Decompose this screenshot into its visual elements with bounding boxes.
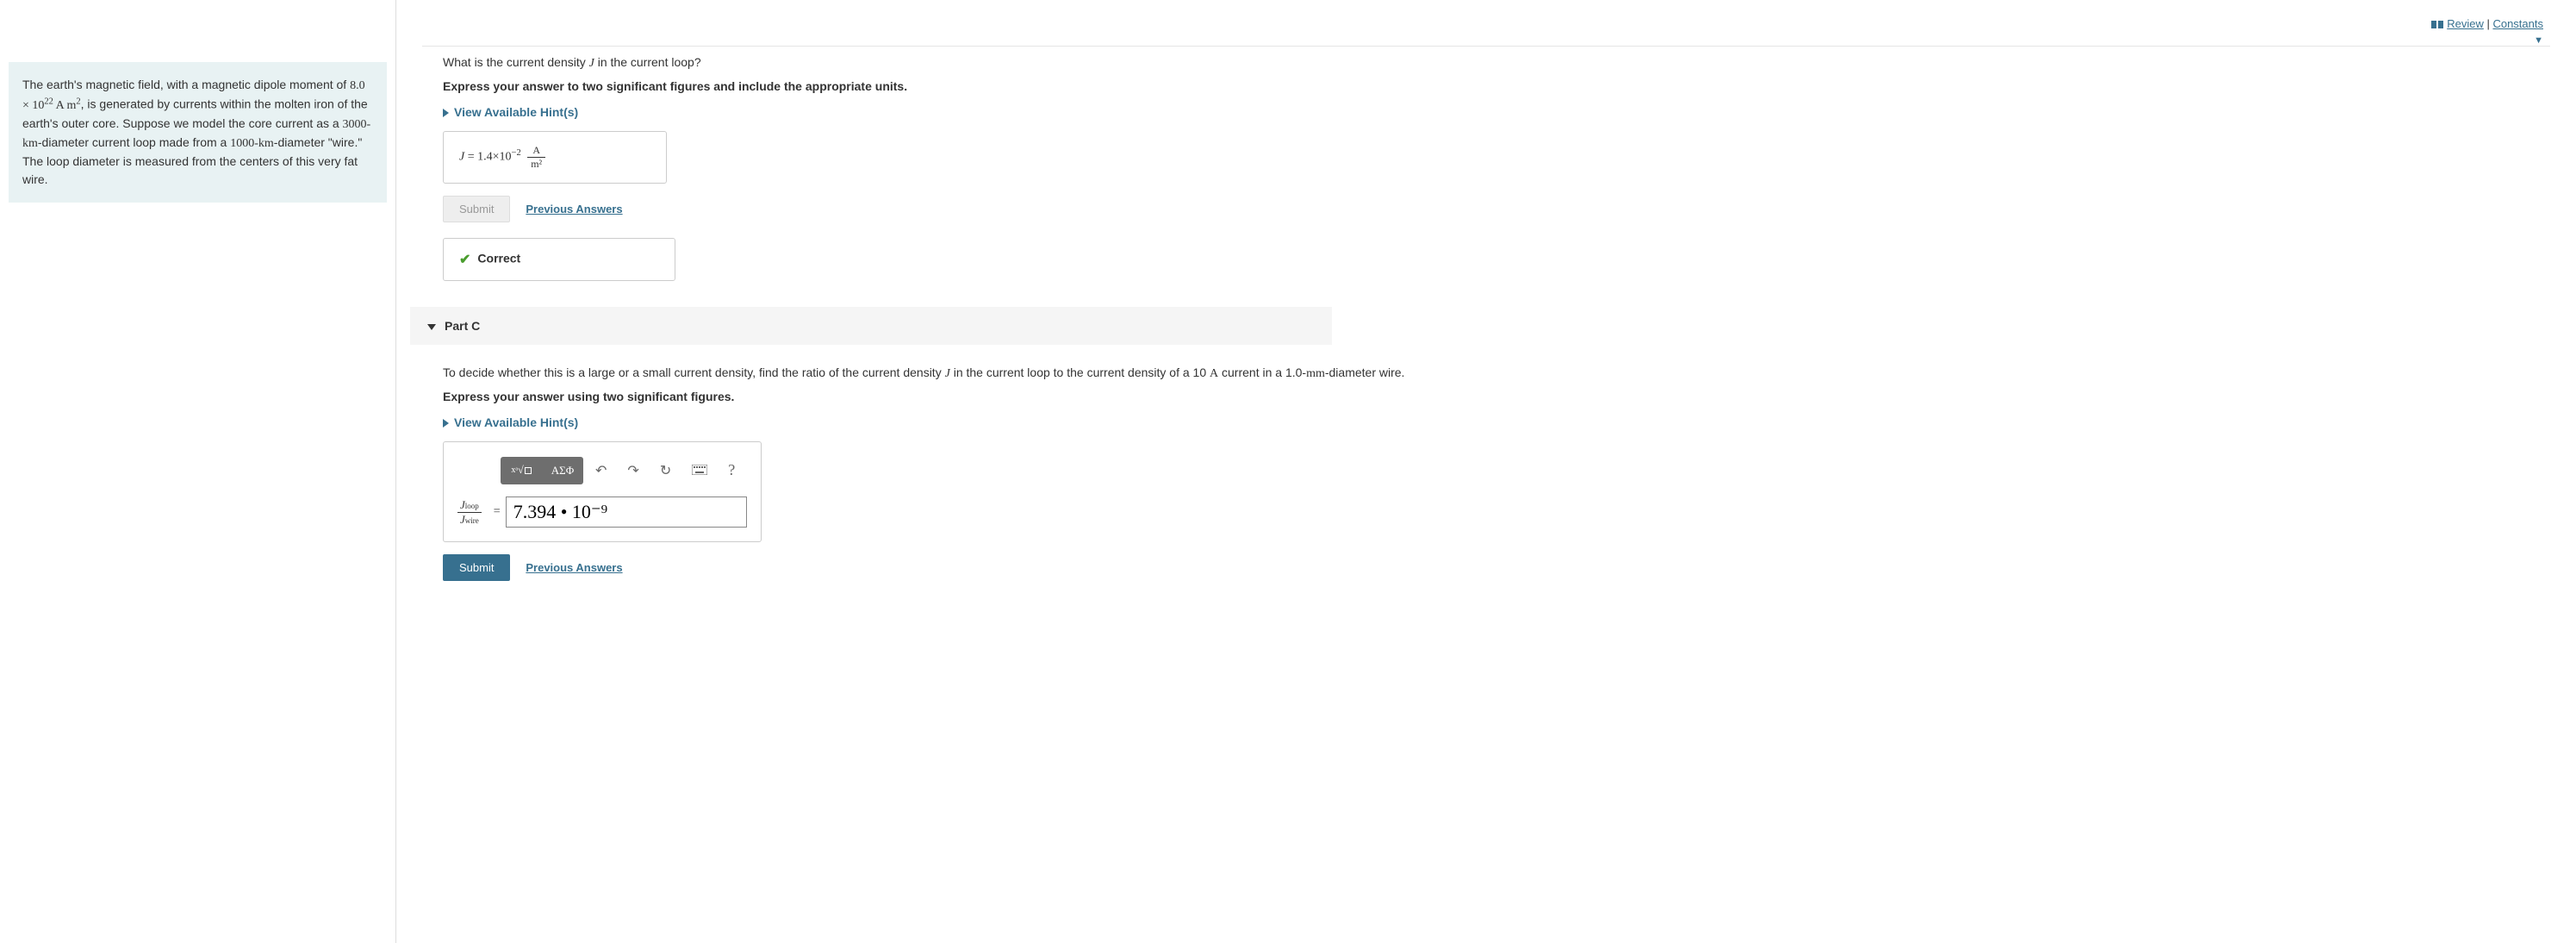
caret-right-icon bbox=[443, 109, 449, 117]
greek-button[interactable]: ΑΣΦ bbox=[542, 457, 583, 484]
ratio-label: Jloop Jwire bbox=[457, 498, 482, 527]
caret-right-icon bbox=[443, 419, 449, 428]
instruction-text: Express your answer using two significan… bbox=[443, 390, 2550, 403]
feedback-box: ✔Correct bbox=[443, 238, 675, 281]
submit-button: Submit bbox=[443, 196, 510, 222]
book-icon bbox=[2431, 21, 2443, 29]
answer-input[interactable] bbox=[506, 496, 747, 528]
wire-diameter: 1000-km bbox=[230, 137, 274, 150]
top-links: Review | Constants bbox=[422, 17, 2550, 30]
previous-answers-link[interactable]: Previous Answers bbox=[526, 203, 622, 215]
part-c-header[interactable]: Part C bbox=[410, 307, 1332, 345]
text: The earth's magnetic field, with a magne… bbox=[22, 78, 350, 91]
problem-sidebar: The earth's magnetic field, with a magne… bbox=[0, 0, 396, 943]
undo-icon[interactable]: ↶ bbox=[587, 457, 615, 484]
caret-down-icon bbox=[427, 324, 436, 330]
part-b-block: What is the current density J in the cur… bbox=[443, 55, 2550, 281]
main-content: Review | Constants ▼ What is the current… bbox=[396, 0, 2576, 943]
templates-button[interactable]: xᵃ√ bbox=[501, 457, 542, 484]
keyboard-icon[interactable] bbox=[683, 459, 716, 483]
redo-icon[interactable]: ↷ bbox=[619, 457, 647, 484]
text: -diameter current loop made from a bbox=[38, 135, 230, 149]
dropdown-caret-icon[interactable]: ▼ bbox=[422, 35, 2550, 46]
help-icon[interactable]: ? bbox=[719, 456, 744, 484]
answer-display: J = 1.4×10−2 A m² bbox=[443, 131, 667, 184]
constants-link[interactable]: Constants bbox=[2492, 17, 2543, 30]
equals-sign: = bbox=[494, 505, 501, 519]
answer-input-card: xᵃ√ ΑΣΦ ↶ ↷ ↻ ? Jloop Jwire bbox=[443, 441, 762, 542]
instruction-text: Express your answer to two significant f… bbox=[443, 79, 2550, 93]
hints-toggle[interactable]: View Available Hint(s) bbox=[443, 105, 578, 119]
part-c-block: To decide whether this is a large or a s… bbox=[443, 365, 2550, 581]
review-link[interactable]: Review bbox=[2447, 17, 2484, 30]
previous-answers-link[interactable]: Previous Answers bbox=[526, 561, 622, 574]
problem-statement: The earth's magnetic field, with a magne… bbox=[9, 62, 387, 203]
question-text: What is the current density J in the cur… bbox=[443, 55, 2550, 71]
check-icon: ✔ bbox=[459, 251, 470, 268]
question-text: To decide whether this is a large or a s… bbox=[443, 365, 2550, 381]
hints-toggle[interactable]: View Available Hint(s) bbox=[443, 415, 578, 429]
reset-icon[interactable]: ↻ bbox=[651, 457, 680, 484]
unit-fraction: A m² bbox=[527, 144, 545, 171]
divider bbox=[422, 46, 2550, 47]
submit-button[interactable]: Submit bbox=[443, 554, 510, 581]
equation-toolbar: xᵃ√ ΑΣΦ ↶ ↷ ↻ ? bbox=[501, 456, 747, 484]
